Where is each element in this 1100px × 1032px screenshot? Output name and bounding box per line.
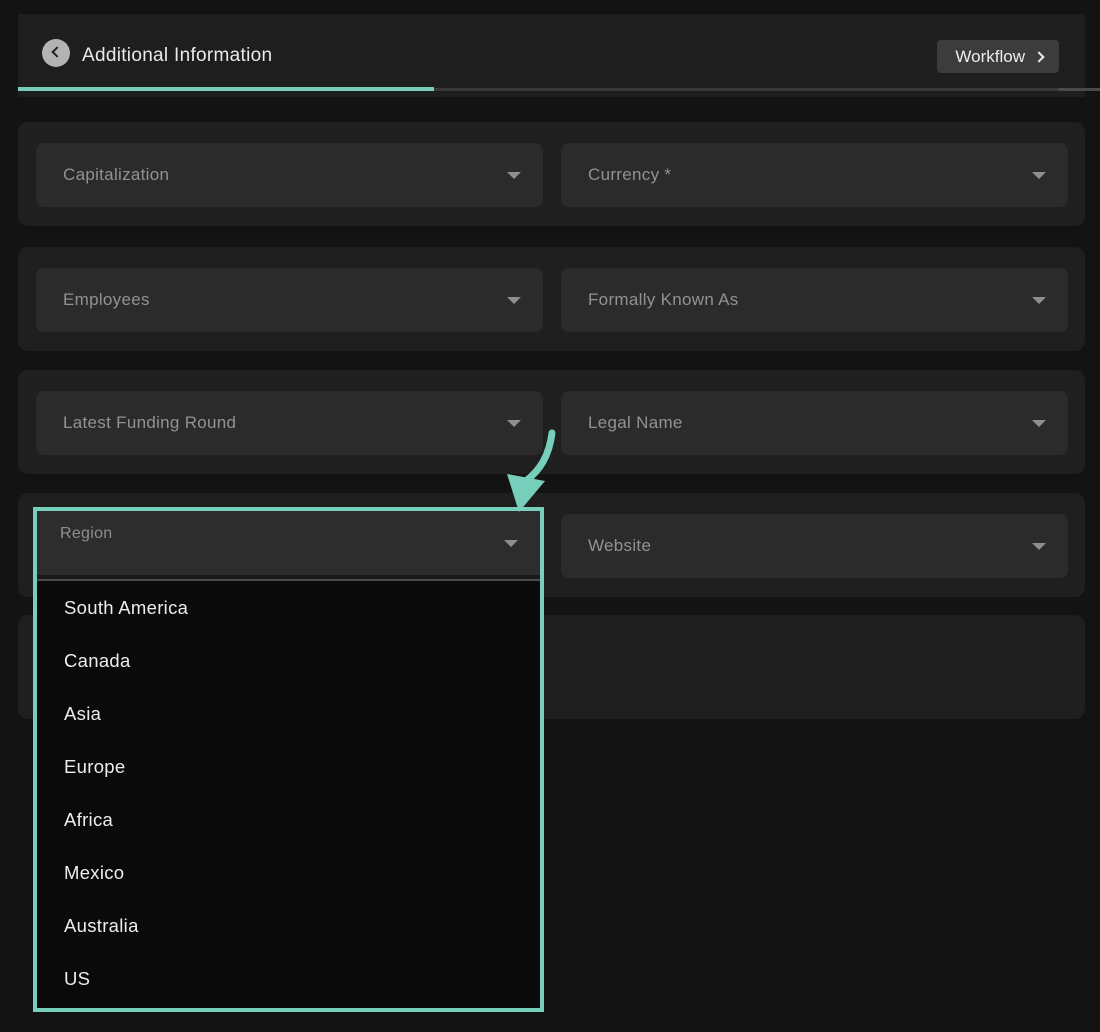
tab-strip-border [434,88,1100,91]
dropdown-option[interactable]: Canada [37,634,540,687]
chevron-down-icon [507,172,521,179]
form-row-panel: Capitalization Currency * [18,122,1085,226]
formally-known-as-dropdown[interactable]: Formally Known As [561,268,1068,332]
dropdown-option[interactable]: South America [37,581,540,634]
chevron-down-icon [1032,543,1046,550]
region-options-list: South America Canada Asia Europe Africa … [37,581,540,1005]
field-label: Website [588,514,1068,578]
form-row-panel: Employees Formally Known As [18,247,1085,351]
website-dropdown[interactable]: Website [561,514,1068,578]
region-dropdown-open: Region South America Canada Asia Europe … [33,507,544,1012]
header-bar: Additional Information Workflow [18,14,1085,97]
chevron-down-icon [1032,172,1046,179]
page-title: Additional Information [82,14,272,97]
dropdown-option[interactable]: Africa [37,793,540,846]
workflow-button[interactable]: Workflow [937,40,1059,73]
region-dropdown[interactable]: Region [37,511,540,575]
field-label: Formally Known As [588,268,1068,332]
field-label: Legal Name [588,391,1068,455]
chevron-right-icon [1033,51,1044,62]
field-label: Capitalization [63,143,543,207]
latest-funding-round-dropdown[interactable]: Latest Funding Round [36,391,543,455]
page: Additional Information Workflow Capitali… [0,0,1100,1032]
dropdown-option[interactable]: Australia [37,899,540,952]
field-label: Employees [63,268,543,332]
form-row-panel: Latest Funding Round Legal Name [18,370,1085,474]
dropdown-option[interactable]: Asia [37,687,540,740]
employees-dropdown[interactable]: Employees [36,268,543,332]
back-button[interactable] [42,39,70,67]
field-label: Region [60,525,113,543]
field-label: Currency * [588,143,1068,207]
legal-name-dropdown[interactable]: Legal Name [561,391,1068,455]
dropdown-option[interactable]: Mexico [37,846,540,899]
dropdown-option[interactable]: Europe [37,740,540,793]
currency-dropdown[interactable]: Currency * [561,143,1068,207]
field-label: Latest Funding Round [63,391,543,455]
active-tab-underline [18,87,434,91]
capitalization-dropdown[interactable]: Capitalization [36,143,543,207]
tab-strip-border-end [1058,88,1100,91]
dropdown-option[interactable]: US [37,952,540,1005]
workflow-button-label: Workflow [955,47,1025,67]
chevron-down-icon [1032,420,1046,427]
chevron-down-icon [1032,297,1046,304]
chevron-down-icon [507,420,521,427]
chevron-left-icon [51,46,62,57]
chevron-down-icon [504,540,518,547]
chevron-down-icon [507,297,521,304]
